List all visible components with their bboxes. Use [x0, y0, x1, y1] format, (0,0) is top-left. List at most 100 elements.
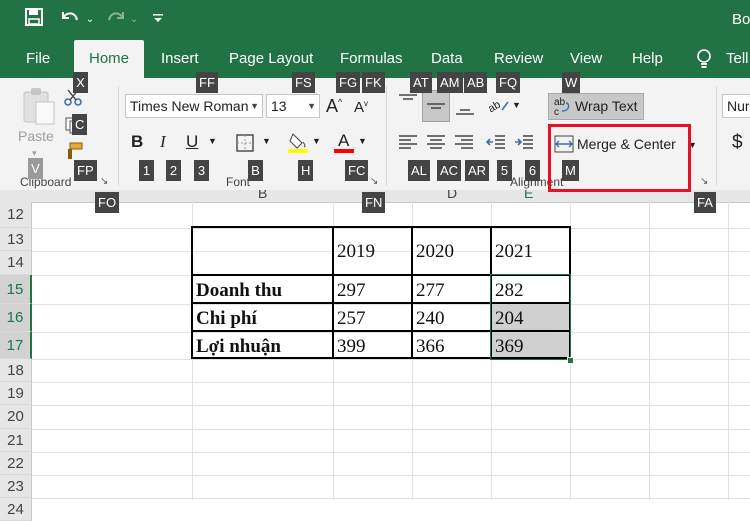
undo-icon[interactable] [58, 8, 82, 32]
keytip-clipboard-launcher[interactable]: FO [95, 192, 120, 213]
table-cell[interactable]: 366 [412, 333, 445, 360]
font-size-combo[interactable]: 13 ▼ [266, 94, 320, 118]
year-header[interactable]: 2021 [491, 238, 533, 265]
align-left-icon[interactable] [398, 134, 418, 157]
row-header[interactable]: 15 [0, 275, 32, 304]
row-header[interactable]: 23 [0, 475, 32, 498]
font-color-icon[interactable]: A [334, 130, 356, 159]
bold-icon[interactable]: B [131, 132, 143, 152]
wrap-text-button[interactable]: ab c Wrap Text [548, 93, 644, 120]
table-cell[interactable]: 297 [333, 277, 366, 304]
table-cell[interactable]: 277 [412, 277, 445, 304]
top-align-icon[interactable] [397, 92, 419, 115]
row-label-loi-nhuan[interactable]: Lợi nhuận [192, 333, 281, 360]
font-color-dropdown-icon[interactable]: ▼ [358, 136, 367, 146]
keytip-bold[interactable]: 1 [139, 160, 154, 181]
keytip-cut[interactable]: X [73, 72, 88, 93]
row-header[interactable]: 16 [0, 304, 32, 332]
keytip-top-align[interactable]: AT [410, 72, 432, 93]
customize-qat-icon[interactable] [150, 8, 166, 32]
keytip-align-center[interactable]: AC [437, 160, 462, 181]
clipboard-launcher-icon[interactable]: ↘ [100, 176, 108, 187]
keytip-font-color[interactable]: FC [345, 160, 369, 181]
keytip-copy[interactable]: C [72, 114, 88, 135]
align-right-icon[interactable] [454, 134, 474, 157]
keytip-orientation[interactable]: FQ [496, 72, 521, 93]
increase-indent-icon[interactable] [514, 134, 534, 157]
year-header[interactable]: 2020 [412, 238, 454, 265]
keytip-fill-color[interactable]: H [298, 160, 314, 181]
undo-dropdown-icon[interactable]: ⌄ [84, 8, 96, 32]
lightbulb-icon[interactable] [696, 40, 716, 78]
row-header[interactable]: 12 [0, 202, 32, 228]
keytip-merge-center[interactable]: M [562, 160, 579, 181]
decrease-font-size-icon[interactable]: Av [354, 99, 368, 116]
keytip-font-launcher[interactable]: FN [362, 192, 386, 213]
keytip-wrap-text[interactable]: W [562, 72, 581, 93]
keytip-decrease-indent[interactable]: 5 [497, 160, 512, 181]
row-header[interactable]: 18 [0, 359, 32, 382]
year-header[interactable]: 2019 [333, 238, 375, 265]
keytip-middle-align[interactable]: AM [437, 72, 463, 93]
row-header[interactable]: 20 [0, 405, 32, 429]
tab-file[interactable]: File [26, 40, 50, 78]
row-header[interactable]: 22 [0, 452, 32, 475]
keytip-alignment-launcher[interactable]: FA [694, 192, 716, 213]
borders-dropdown-icon[interactable]: ▼ [262, 136, 271, 146]
paste-icon[interactable] [20, 86, 56, 126]
tab-tell-me[interactable]: Tell [726, 40, 749, 78]
keytip-paste[interactable]: V [28, 158, 43, 179]
bottom-align-icon[interactable] [454, 92, 476, 123]
column-header-d[interactable]: D [447, 190, 457, 201]
row-header[interactable]: 24 [0, 498, 32, 521]
number-format-combo[interactable]: Nur [722, 94, 750, 118]
table-cell[interactable]: 257 [333, 305, 366, 332]
fill-color-dropdown-icon[interactable]: ▼ [312, 136, 321, 146]
keytip-align-right[interactable]: AR [465, 160, 490, 181]
column-header-e[interactable]: E [524, 190, 533, 201]
keytip-font-size[interactable]: FS [292, 72, 315, 93]
fill-color-icon[interactable] [288, 130, 310, 159]
fill-handle[interactable] [567, 357, 574, 364]
keytip-format-painter[interactable]: FP [74, 160, 97, 181]
keytip-grow-font[interactable]: FG [336, 72, 361, 93]
alignment-launcher-icon[interactable]: ↘ [700, 176, 708, 187]
orientation-icon[interactable]: ab [486, 96, 510, 119]
keytip-borders[interactable]: B [248, 160, 263, 181]
row-header[interactable]: 19 [0, 382, 32, 405]
decrease-indent-icon[interactable] [485, 134, 506, 157]
underline-icon[interactable]: U [186, 132, 198, 152]
keytip-font-name[interactable]: FF [196, 72, 218, 93]
row-label-chi-phi[interactable]: Chi phí [192, 305, 257, 332]
font-size-dropdown-icon[interactable]: ▼ [307, 95, 316, 117]
align-center-icon[interactable] [426, 134, 446, 157]
redo-dropdown-icon[interactable]: ⌄ [128, 8, 140, 32]
selection-border[interactable] [490, 274, 571, 360]
tab-insert[interactable]: Insert [161, 40, 199, 78]
borders-icon[interactable] [236, 134, 254, 157]
keytip-bottom-align[interactable]: AB [464, 72, 488, 93]
row-header[interactable]: 21 [0, 429, 32, 452]
redo-icon[interactable] [104, 8, 128, 32]
save-icon[interactable] [22, 8, 46, 32]
middle-align-button[interactable] [422, 90, 450, 122]
keytip-italic[interactable]: 2 [166, 160, 181, 181]
paste-label[interactable]: Paste [18, 128, 54, 144]
orientation-dropdown-icon[interactable]: ▼ [512, 100, 521, 110]
table-cell[interactable]: 240 [412, 305, 445, 332]
row-header[interactable]: 17 [0, 332, 32, 359]
keytip-shrink-font[interactable]: FK [362, 72, 385, 93]
row-label-doanh-thu[interactable]: Doanh thu [192, 277, 282, 304]
font-name-combo[interactable]: Times New Roman ▼ [125, 94, 263, 118]
keytip-underline[interactable]: 3 [194, 160, 209, 181]
underline-dropdown-icon[interactable]: ▼ [208, 136, 217, 146]
table-cell[interactable]: 399 [333, 333, 366, 360]
row-header[interactable]: 13 [0, 228, 32, 251]
tab-help[interactable]: Help [632, 40, 663, 78]
font-launcher-icon[interactable]: ↘ [370, 176, 378, 187]
keytip-align-left[interactable]: AL [408, 160, 430, 181]
keytip-increase-indent[interactable]: 6 [525, 160, 540, 181]
increase-font-size-icon[interactable]: A^ [326, 96, 342, 117]
column-header-b[interactable]: B [258, 190, 267, 201]
currency-icon[interactable]: $ [732, 132, 743, 154]
